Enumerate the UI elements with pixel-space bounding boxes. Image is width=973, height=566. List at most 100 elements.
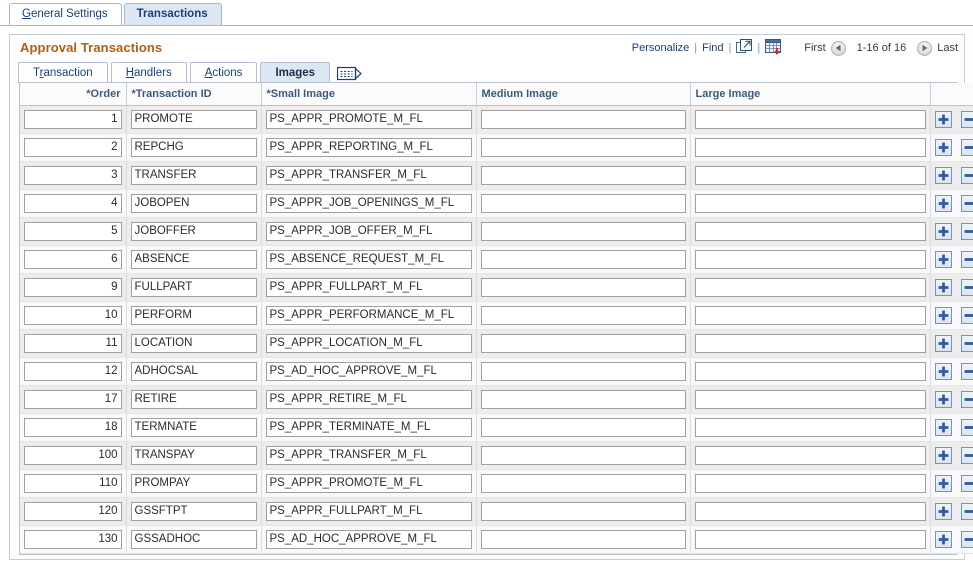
add-row-button[interactable] <box>934 530 952 548</box>
column-header-small-image[interactable]: *Small Image <box>261 83 477 106</box>
small-image-input[interactable] <box>265 333 472 353</box>
large-image-input[interactable] <box>694 501 926 521</box>
transaction-id-input[interactable] <box>130 473 257 493</box>
transaction-id-input[interactable] <box>130 417 257 437</box>
add-row-button[interactable] <box>934 306 952 324</box>
order-input[interactable] <box>24 193 122 213</box>
next-page-icon[interactable] <box>917 40 933 56</box>
add-row-button[interactable] <box>934 278 952 296</box>
delete-row-button[interactable] <box>960 418 973 436</box>
add-row-button[interactable] <box>934 362 952 380</box>
medium-image-input[interactable] <box>480 445 686 465</box>
medium-image-input[interactable] <box>480 333 686 353</box>
delete-row-button[interactable] <box>960 334 973 352</box>
add-row-button[interactable] <box>934 166 952 184</box>
small-image-input[interactable] <box>265 165 472 185</box>
medium-image-input[interactable] <box>480 221 686 241</box>
transaction-id-input[interactable] <box>130 305 257 325</box>
medium-image-input[interactable] <box>480 193 686 213</box>
delete-row-button[interactable] <box>960 278 973 296</box>
add-row-button[interactable] <box>934 110 952 128</box>
add-row-button[interactable] <box>934 334 952 352</box>
order-input[interactable] <box>24 417 122 437</box>
delete-row-button[interactable] <box>960 250 973 268</box>
order-input[interactable] <box>24 333 122 353</box>
order-input[interactable] <box>24 249 122 269</box>
small-image-input[interactable] <box>265 137 472 157</box>
delete-row-button[interactable] <box>960 166 973 184</box>
medium-image-input[interactable] <box>480 501 686 521</box>
medium-image-input[interactable] <box>480 473 686 493</box>
small-image-input[interactable] <box>265 445 472 465</box>
inner-tab-actions[interactable]: Actions <box>189 62 258 83</box>
order-input[interactable] <box>24 529 122 549</box>
order-input[interactable] <box>24 445 122 465</box>
column-header-transaction-id[interactable]: *Transaction ID <box>126 83 262 106</box>
order-input[interactable] <box>24 277 122 297</box>
small-image-input[interactable] <box>265 529 472 549</box>
add-row-button[interactable] <box>934 390 952 408</box>
personalize-link[interactable]: Personalize <box>632 42 689 54</box>
medium-image-input[interactable] <box>480 361 686 381</box>
medium-image-input[interactable] <box>480 277 686 297</box>
order-input[interactable] <box>24 389 122 409</box>
medium-image-input[interactable] <box>480 109 686 129</box>
large-image-input[interactable] <box>694 361 926 381</box>
expand-tabs-icon[interactable] <box>337 66 362 82</box>
find-link[interactable]: Find <box>702 42 723 54</box>
add-row-button[interactable] <box>934 446 952 464</box>
large-image-input[interactable] <box>694 445 926 465</box>
medium-image-input[interactable] <box>480 389 686 409</box>
large-image-input[interactable] <box>694 529 926 549</box>
small-image-input[interactable] <box>265 361 472 381</box>
large-image-input[interactable] <box>694 221 926 241</box>
add-row-button[interactable] <box>934 502 952 520</box>
delete-row-button[interactable] <box>960 306 973 324</box>
large-image-input[interactable] <box>694 473 926 493</box>
small-image-input[interactable] <box>265 305 472 325</box>
delete-row-button[interactable] <box>960 194 973 212</box>
transaction-id-input[interactable] <box>130 445 257 465</box>
first-page-link[interactable]: First <box>804 42 825 54</box>
transaction-id-input[interactable] <box>130 221 257 241</box>
tab-transactions[interactable]: Transactions <box>123 3 222 25</box>
large-image-input[interactable] <box>694 165 926 185</box>
small-image-input[interactable] <box>265 249 472 269</box>
medium-image-input[interactable] <box>480 165 686 185</box>
previous-page-icon[interactable] <box>830 40 846 56</box>
order-input[interactable] <box>24 109 122 129</box>
transaction-id-input[interactable] <box>130 277 257 297</box>
transaction-id-input[interactable] <box>130 193 257 213</box>
inner-tab-handlers[interactable]: Handlers <box>110 62 187 83</box>
delete-row-button[interactable] <box>960 530 973 548</box>
transaction-id-input[interactable] <box>130 165 257 185</box>
inner-tab-images[interactable]: Images <box>260 62 331 83</box>
transaction-id-input[interactable] <box>130 501 257 521</box>
order-input[interactable] <box>24 361 122 381</box>
transaction-id-input[interactable] <box>130 389 257 409</box>
small-image-input[interactable] <box>265 109 472 129</box>
small-image-input[interactable] <box>265 501 472 521</box>
download-to-excel-icon[interactable] <box>765 38 782 58</box>
large-image-input[interactable] <box>694 333 926 353</box>
delete-row-button[interactable] <box>960 390 973 408</box>
tab-general-settings[interactable]: General Settings <box>9 3 122 25</box>
small-image-input[interactable] <box>265 193 472 213</box>
small-image-input[interactable] <box>265 221 472 241</box>
large-image-input[interactable] <box>694 277 926 297</box>
add-row-button[interactable] <box>934 250 952 268</box>
add-row-button[interactable] <box>934 222 952 240</box>
delete-row-button[interactable] <box>960 502 973 520</box>
small-image-input[interactable] <box>265 417 472 437</box>
add-row-button[interactable] <box>934 418 952 436</box>
new-window-icon[interactable] <box>736 39 753 57</box>
large-image-input[interactable] <box>694 249 926 269</box>
transaction-id-input[interactable] <box>130 137 257 157</box>
order-input[interactable] <box>24 137 122 157</box>
transaction-id-input[interactable] <box>130 361 257 381</box>
order-input[interactable] <box>24 221 122 241</box>
column-header-large-image[interactable]: Large Image <box>690 83 931 106</box>
small-image-input[interactable] <box>265 277 472 297</box>
order-input[interactable] <box>24 165 122 185</box>
order-input[interactable] <box>24 305 122 325</box>
